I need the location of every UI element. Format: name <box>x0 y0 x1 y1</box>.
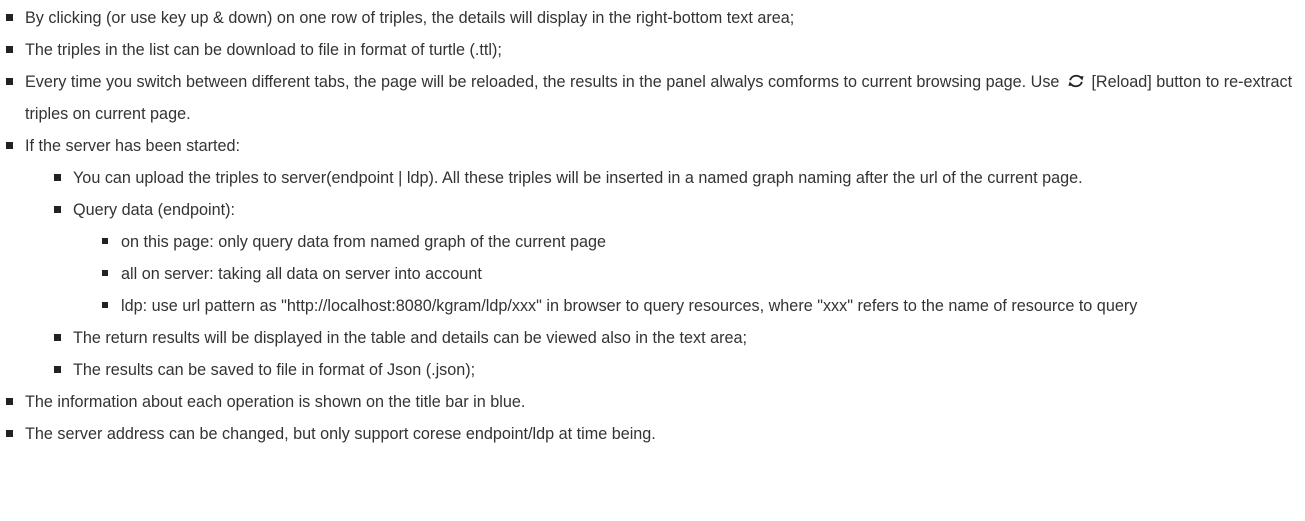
list-item-text: The triples in the list can be download … <box>25 41 502 59</box>
list-item-text: on this page: only query data from named… <box>121 233 607 251</box>
bullet-square-icon <box>102 270 108 276</box>
list-item-text: ldp: use url pattern as "http://localhos… <box>121 297 1138 315</box>
list-item: The results can be saved to file in form… <box>54 354 1305 386</box>
nested-list: You can upload the triples to server(end… <box>25 162 1305 386</box>
bullet-square-icon <box>6 78 13 85</box>
list-item-text: Query data (endpoint): <box>73 201 235 219</box>
bullet-square-icon <box>6 142 13 149</box>
list-item: The triples in the list can be download … <box>6 34 1305 66</box>
bullet-square-icon <box>54 206 61 213</box>
list-item: The information about each operation is … <box>6 386 1305 418</box>
bullet-square-icon <box>54 366 61 373</box>
bullet-square-icon <box>54 334 61 341</box>
list-item-text: You can upload the triples to server(end… <box>73 169 1083 187</box>
bullet-square-icon <box>6 430 13 437</box>
reload-icon <box>1068 74 1084 88</box>
list-item: The return results will be displayed in … <box>54 322 1305 354</box>
list-item: You can upload the triples to server(end… <box>54 162 1305 194</box>
list-item-text: Every time you switch between different … <box>25 73 1060 91</box>
list-item: By clicking (or use key up & down) on on… <box>6 2 1305 34</box>
bullet-square-icon <box>102 238 108 244</box>
list-item-text: The return results will be displayed in … <box>73 329 747 347</box>
list-item: ldp: use url pattern as "http://localhos… <box>102 290 1305 322</box>
list-item-text: By clicking (or use key up & down) on on… <box>25 9 795 27</box>
list-item: The server address can be changed, but o… <box>6 418 1305 450</box>
list-item-text: The information about each operation is … <box>25 393 526 411</box>
bullet-square-icon <box>6 398 13 405</box>
bullet-square-icon <box>6 46 13 53</box>
nested-list: on this page: only query data from named… <box>73 226 1305 322</box>
list-item-text: all on server: taking all data on server… <box>121 265 482 283</box>
list-item: Every time you switch between different … <box>6 66 1305 130</box>
list-item-text: The results can be saved to file in form… <box>73 361 476 379</box>
bullet-square-icon <box>54 174 61 181</box>
instructions-list: By clicking (or use key up & down) on on… <box>0 2 1305 450</box>
list-item-text: The server address can be changed, but o… <box>25 425 656 443</box>
list-item: all on server: taking all data on server… <box>102 258 1305 290</box>
bullet-square-icon <box>102 302 108 308</box>
list-item-text: If the server has been started: <box>25 137 241 155</box>
list-item: on this page: only query data from named… <box>102 226 1305 258</box>
list-item: Query data (endpoint): on this page: onl… <box>54 194 1305 322</box>
list-item: If the server has been started: You can … <box>6 130 1305 386</box>
bullet-square-icon <box>6 14 13 21</box>
